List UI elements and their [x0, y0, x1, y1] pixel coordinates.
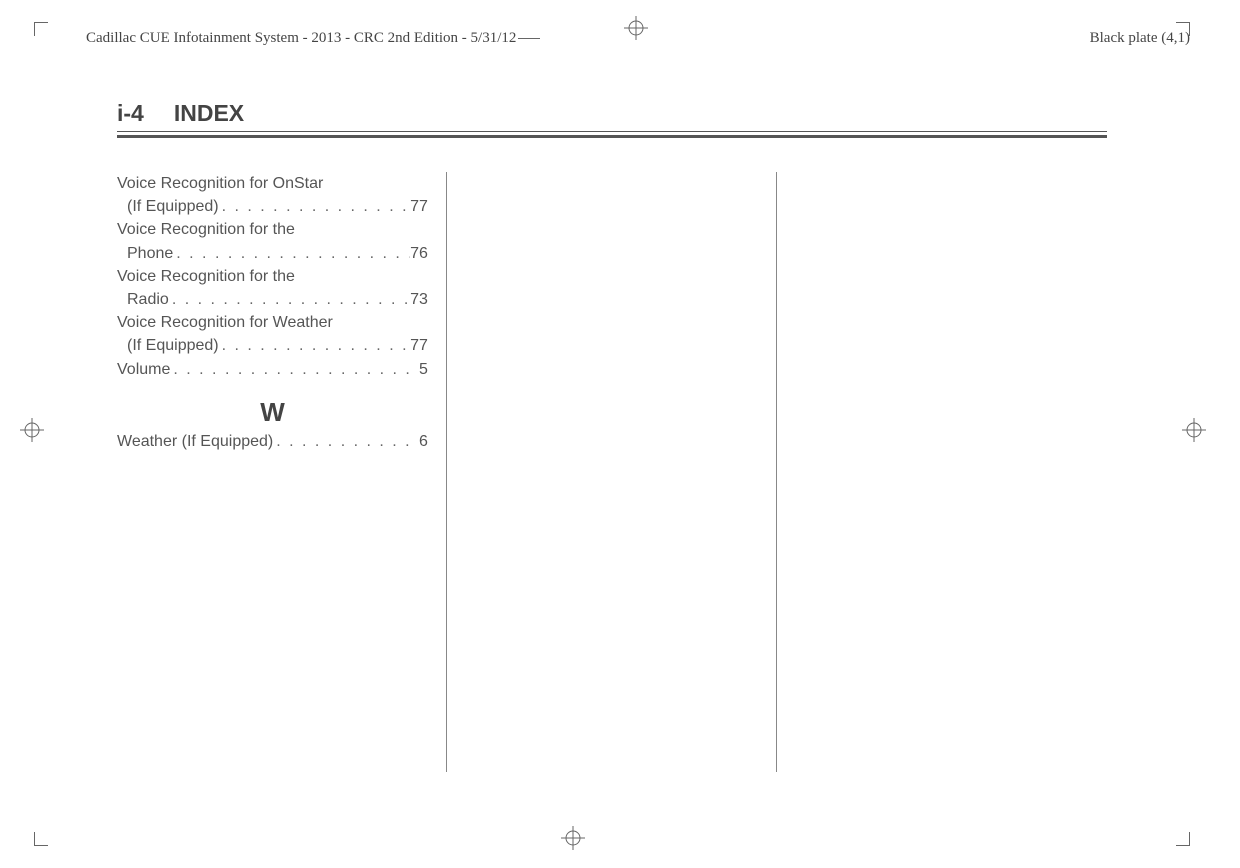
leader-dots [170, 358, 419, 381]
page-title: INDEX [174, 100, 244, 127]
index-entry-label: (If Equipped) [127, 195, 219, 218]
index-entry-label: Voice Recognition for OnStar [117, 172, 323, 195]
index-entry-page: 73 [410, 288, 428, 311]
index-entry-label: (If Equipped) [127, 334, 219, 357]
index-entry: Voice Recognition for the Radio 73 [117, 265, 428, 311]
index-column-3 [777, 172, 1107, 772]
leader-dots [273, 430, 419, 453]
registration-mark-icon [20, 418, 44, 442]
index-entry-label: Phone [127, 242, 173, 265]
header-rule [518, 38, 540, 39]
crop-mark-icon [34, 22, 74, 62]
page-content: i-4 INDEX Voice Recognition for OnStar (… [117, 100, 1107, 772]
registration-mark-icon [624, 16, 648, 40]
title-rule [117, 135, 1107, 138]
index-entry-label: Voice Recognition for the [117, 265, 295, 288]
index-entry-label: Volume [117, 358, 170, 381]
index-column-1: Voice Recognition for OnStar (If Equippe… [117, 172, 447, 772]
index-entry-label: Voice Recognition for Weather [117, 311, 333, 334]
index-entry-page: 5 [419, 358, 428, 381]
crop-mark-icon [1150, 22, 1190, 62]
index-entry-page: 6 [419, 430, 428, 453]
leader-dots [173, 242, 410, 265]
crop-mark-icon [1150, 806, 1190, 846]
registration-mark-icon [561, 826, 585, 850]
doc-title: Cadillac CUE Infotainment System - 2013 … [86, 30, 516, 47]
index-section-letter: W [117, 397, 428, 428]
index-entry: Voice Recognition for the Phone 76 [117, 218, 428, 264]
registration-mark-icon [1182, 418, 1206, 442]
index-entry-label: Weather (If Equipped) [117, 430, 273, 453]
leader-dots [219, 195, 411, 218]
crop-mark-icon [34, 806, 74, 846]
index-entry-page: 77 [410, 334, 428, 357]
index-entry-page: 77 [410, 195, 428, 218]
index-entry: Volume 5 [117, 358, 428, 381]
index-entry-page: 76 [410, 242, 428, 265]
index-entry-label: Voice Recognition for the [117, 218, 295, 241]
index-column-2 [447, 172, 777, 772]
index-entry: Voice Recognition for Weather (If Equipp… [117, 311, 428, 357]
index-entry: Voice Recognition for OnStar (If Equippe… [117, 172, 428, 218]
page-header: i-4 INDEX [117, 100, 1107, 132]
index-entry-label: Radio [127, 288, 169, 311]
leader-dots [219, 334, 411, 357]
page-number: i-4 [117, 100, 144, 127]
index-columns: Voice Recognition for OnStar (If Equippe… [117, 172, 1107, 772]
leader-dots [169, 288, 410, 311]
index-entry: Weather (If Equipped) 6 [117, 430, 428, 453]
